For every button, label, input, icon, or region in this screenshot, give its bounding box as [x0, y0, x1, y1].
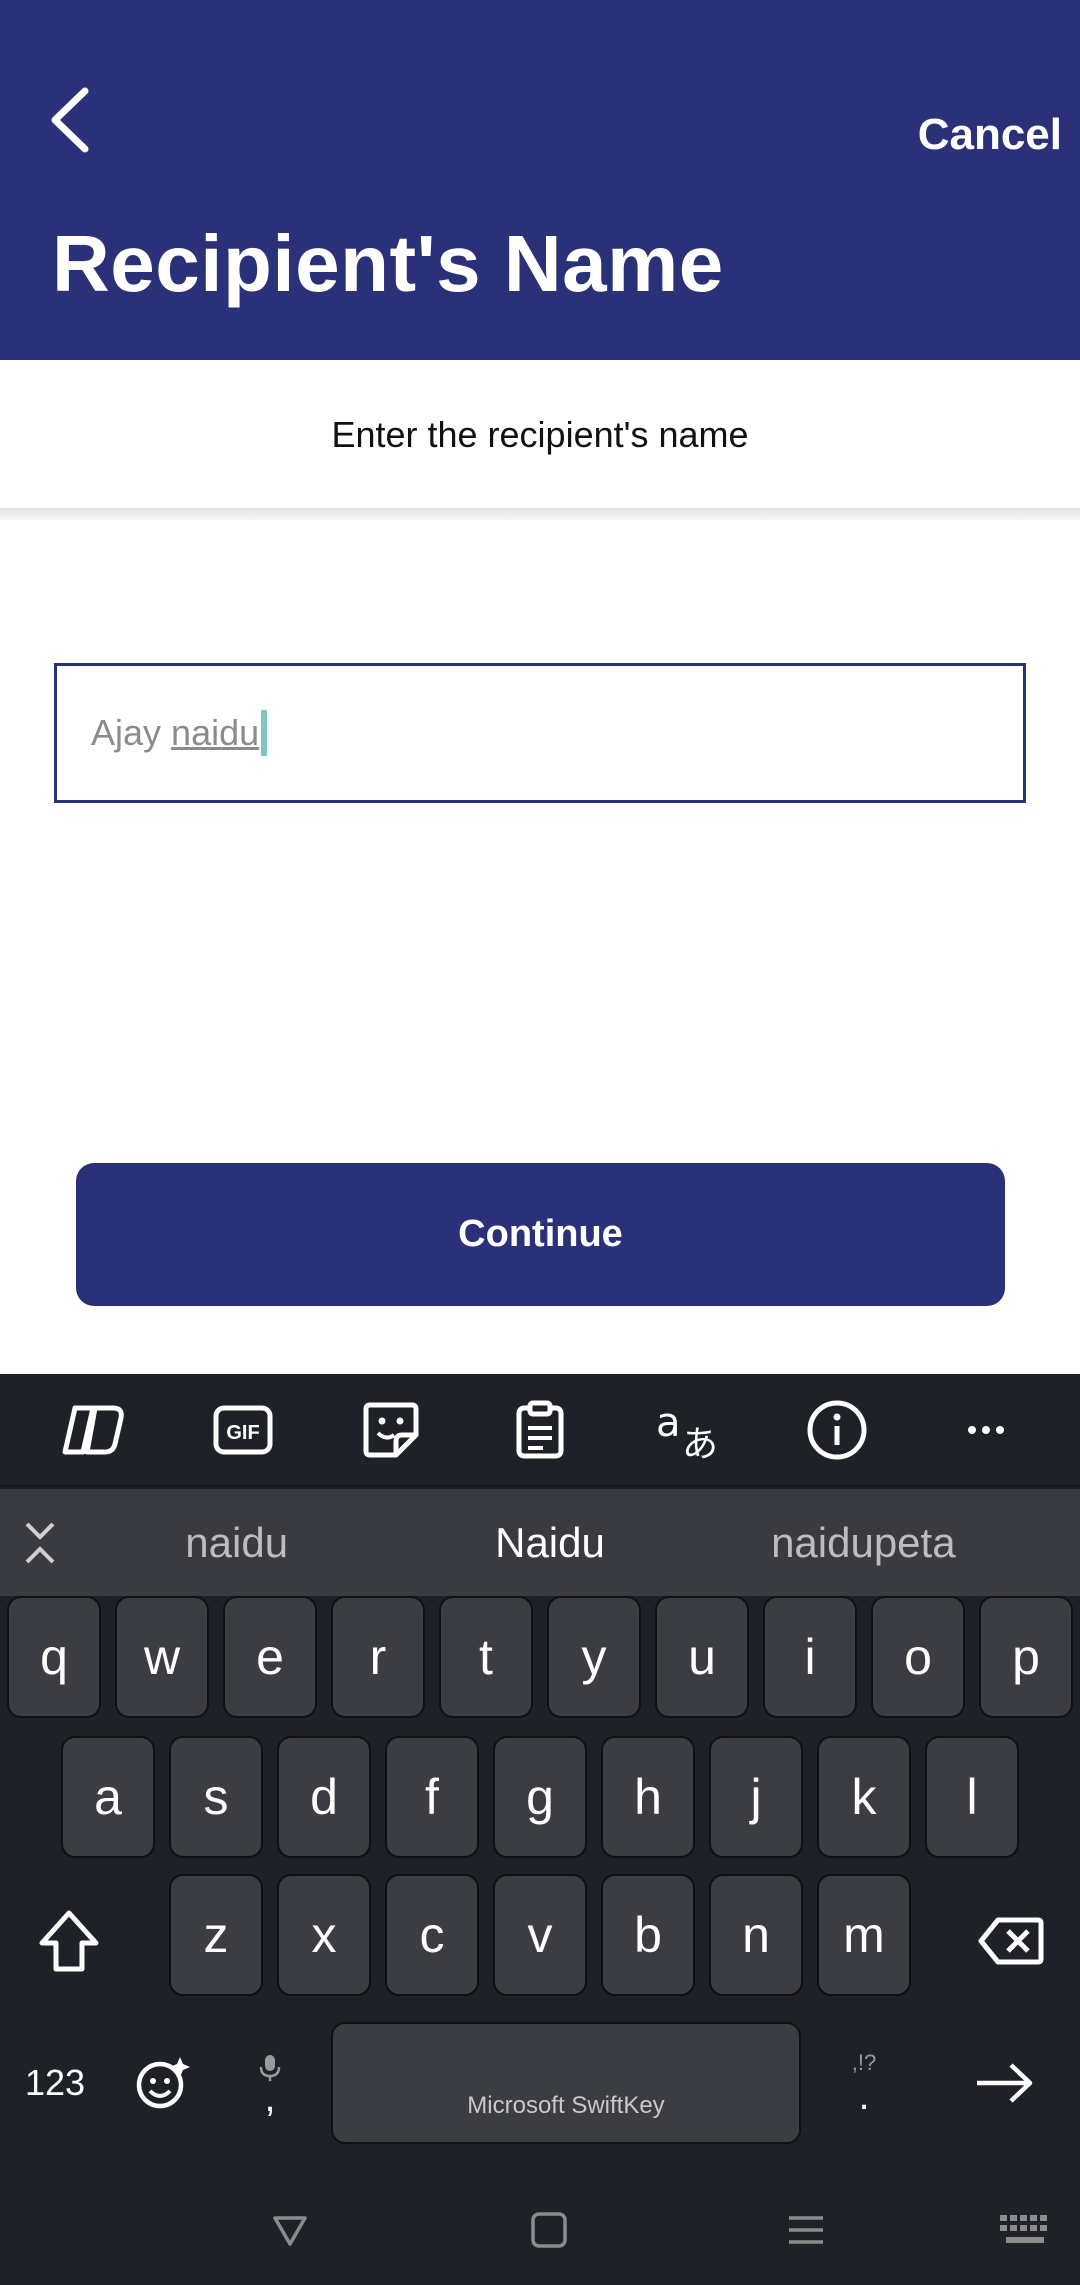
enter-key[interactable] [944, 2022, 1064, 2144]
period-label: . [858, 2074, 870, 2118]
back-button[interactable] [30, 80, 110, 160]
copilot-icon[interactable] [54, 1390, 134, 1470]
key-y[interactable]: y [547, 1596, 641, 1718]
section-divider [0, 508, 1080, 520]
info-icon[interactable] [797, 1390, 877, 1470]
nav-home-button[interactable] [509, 2190, 589, 2270]
key-t[interactable]: t [439, 1596, 533, 1718]
gif-icon[interactable]: GIF [203, 1390, 283, 1470]
key-w[interactable]: w [115, 1596, 209, 1718]
menu-lines-icon [789, 2216, 823, 2244]
key-x[interactable]: x [277, 1874, 371, 1996]
key-q[interactable]: q [7, 1596, 101, 1718]
square-icon [531, 2212, 567, 2248]
key-z[interactable]: z [169, 1874, 263, 1996]
shift-key[interactable] [14, 1880, 124, 2002]
triangle-down-icon [273, 2216, 307, 2246]
key-k[interactable]: k [817, 1736, 911, 1858]
key-l[interactable]: l [925, 1736, 1019, 1858]
key-u[interactable]: u [655, 1596, 749, 1718]
page-title: Recipient's Name [52, 219, 724, 308]
key-e[interactable]: e [223, 1596, 317, 1718]
instruction-bar: Enter the recipient's name [0, 360, 1080, 510]
comma-key[interactable]: , [220, 2022, 320, 2144]
suggestion-bar: naidu Naidu naidupeta [0, 1489, 1080, 1596]
key-a[interactable]: a [61, 1736, 155, 1858]
suggestion-1[interactable]: naidu [80, 1519, 393, 1567]
key-i[interactable]: i [763, 1596, 857, 1718]
svg-text:GIF: GIF [226, 1422, 259, 1444]
key-b[interactable]: b [601, 1874, 695, 1996]
shift-icon [39, 1910, 99, 1972]
input-value-text: Ajay [91, 712, 172, 753]
keyboard-hide-button[interactable] [985, 2190, 1065, 2270]
key-p[interactable]: p [979, 1596, 1073, 1718]
numbers-key[interactable]: 123 [0, 2022, 110, 2144]
key-s[interactable]: s [169, 1736, 263, 1858]
key-d[interactable]: d [277, 1736, 371, 1858]
cancel-button[interactable]: Cancel [918, 110, 1062, 160]
suggestion-3[interactable]: naidupeta [707, 1519, 1020, 1567]
backspace-icon [978, 1917, 1044, 1965]
key-n[interactable]: n [709, 1874, 803, 1996]
svg-text:あ: あ [682, 1424, 718, 1460]
clipboard-icon[interactable] [500, 1390, 580, 1470]
nav-recents-button[interactable] [766, 2190, 846, 2270]
svg-text:a: a [656, 1400, 681, 1446]
suggestion-2[interactable]: Naidu [393, 1519, 706, 1567]
key-h[interactable]: h [601, 1736, 695, 1858]
key-v[interactable]: v [493, 1874, 587, 1996]
arrow-right-icon [977, 2063, 1033, 2103]
sticker-icon[interactable] [351, 1390, 431, 1470]
text-cursor [261, 710, 268, 756]
comma-label: , [264, 2076, 276, 2120]
collapse-icon [25, 1522, 55, 1563]
dismiss-suggestions-button[interactable] [0, 1489, 80, 1596]
key-o[interactable]: o [871, 1596, 965, 1718]
key-f[interactable]: f [385, 1736, 479, 1858]
system-nav-bar [0, 2170, 1080, 2285]
nav-back-button[interactable] [250, 2190, 330, 2270]
app-root: Cancel Recipient's Name Enter the recipi… [0, 0, 1080, 2285]
recipient-name-input[interactable]: Ajay naidu [54, 663, 1026, 803]
emoji-sparkle-icon [136, 2057, 190, 2109]
chevron-left-icon [51, 87, 89, 153]
input-value: Ajay naidu [91, 712, 259, 754]
more-icon[interactable] [946, 1390, 1026, 1470]
continue-button[interactable]: Continue [76, 1163, 1005, 1306]
soft-keyboard: GIF aあ naidu Naidu naidupeta q w e r t y… [0, 1374, 1080, 2285]
input-composing-text: naidu [171, 712, 260, 753]
space-label: Microsoft SwiftKey [467, 2092, 665, 2119]
punctuation-hint: ,!? [851, 2050, 877, 2075]
instruction-text: Enter the recipient's name [331, 414, 749, 455]
key-g[interactable]: g [493, 1736, 587, 1858]
space-bar[interactable]: Microsoft SwiftKey [331, 2022, 801, 2144]
translate-icon[interactable]: aあ [649, 1390, 729, 1470]
key-j[interactable]: j [709, 1736, 803, 1858]
emoji-key[interactable] [112, 2022, 212, 2144]
backspace-key[interactable] [956, 1880, 1066, 2002]
period-key[interactable]: ,!? . [814, 2022, 914, 2144]
keyboard-toolbar: GIF aあ [0, 1374, 1080, 1487]
header-bar: Cancel Recipient's Name [0, 0, 1080, 360]
key-c[interactable]: c [385, 1874, 479, 1996]
key-m[interactable]: m [817, 1874, 911, 1996]
keyboard-icon [1000, 2215, 1047, 2243]
key-r[interactable]: r [331, 1596, 425, 1718]
